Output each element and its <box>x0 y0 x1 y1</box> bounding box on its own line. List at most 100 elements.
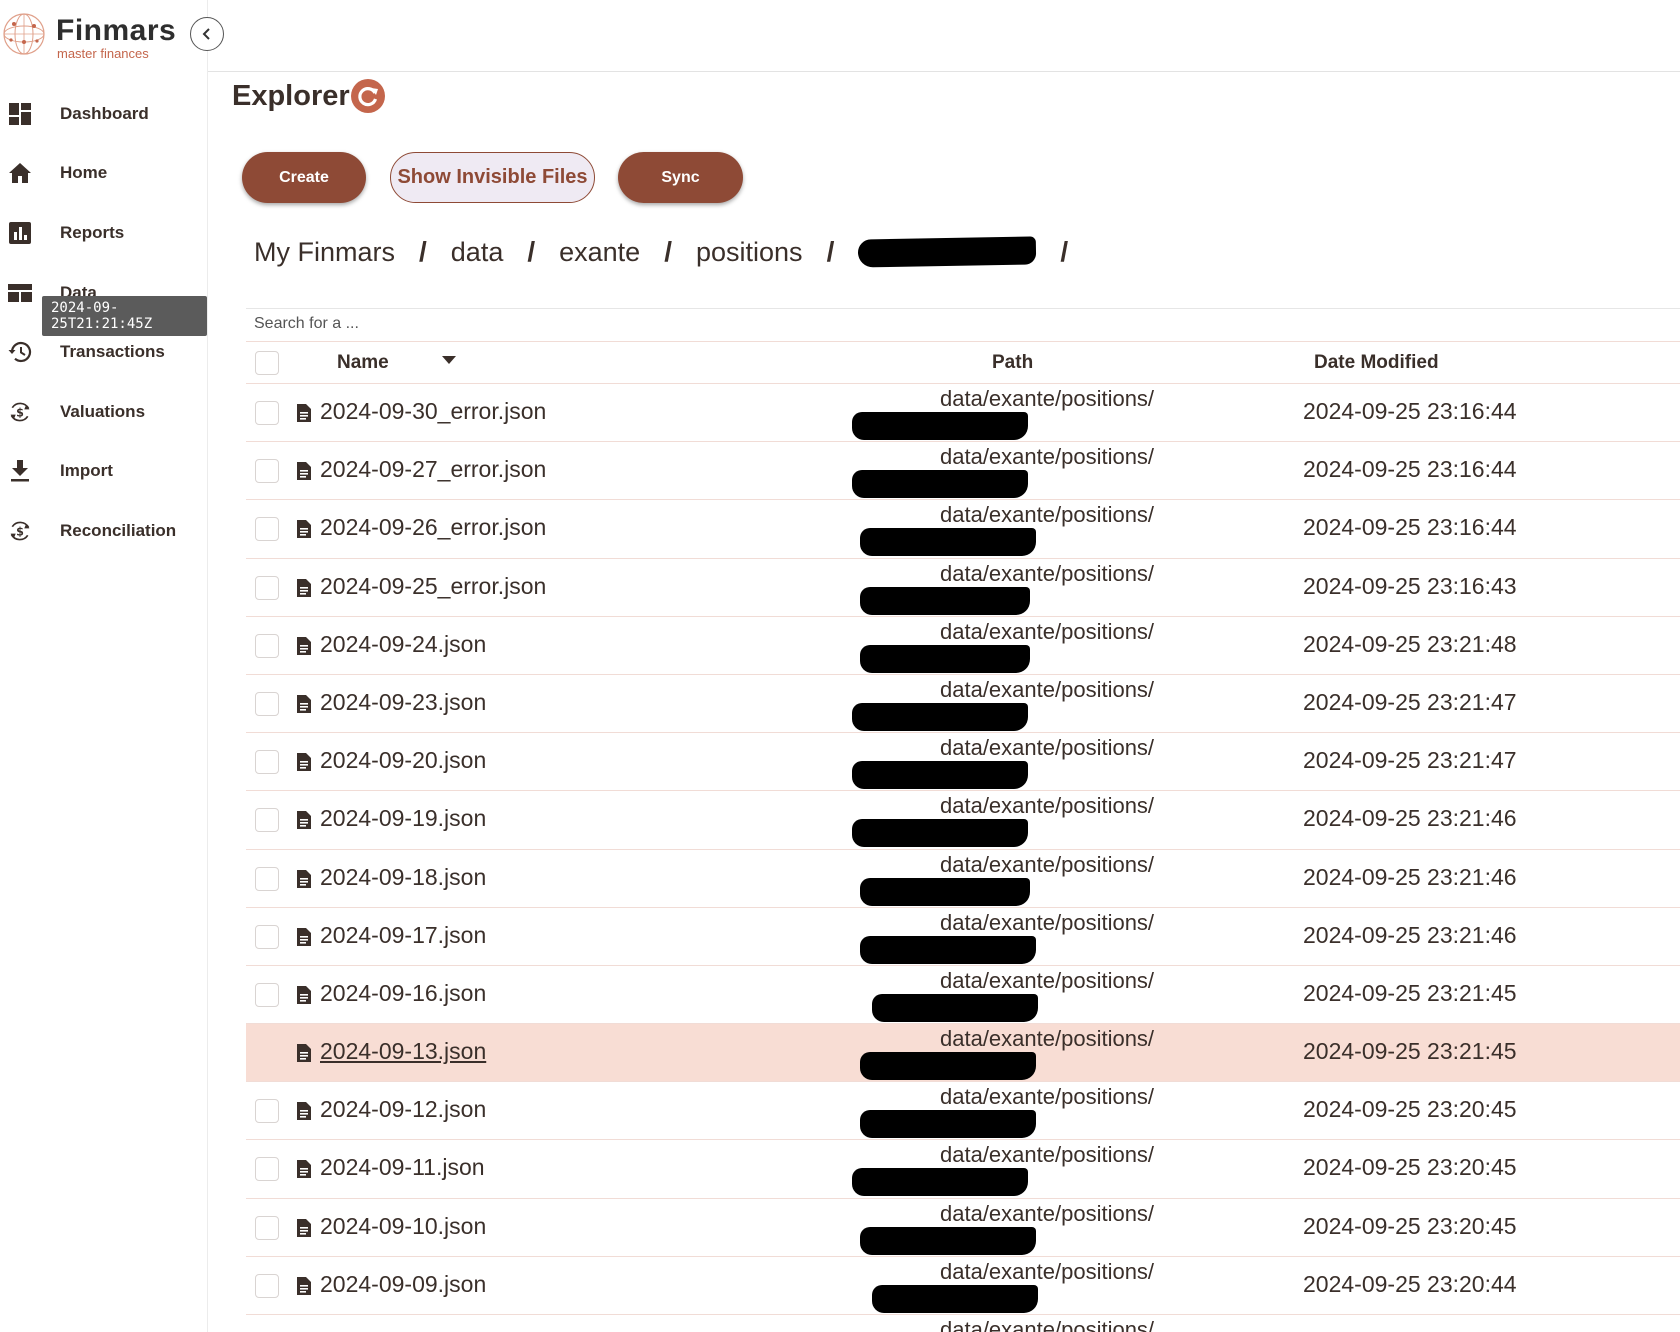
row-checkbox[interactable] <box>255 750 279 775</box>
table-row[interactable]: 2024-09-18.json data/exante/positions/202… <box>246 850 1680 908</box>
file-name[interactable]: 2024-09-10.json <box>320 1213 486 1240</box>
table-row[interactable]: 2024-09-25_error.json data/exante/positio… <box>246 559 1680 617</box>
file-path: data/exante/positions/ <box>940 1317 1155 1332</box>
search-input[interactable] <box>254 315 854 333</box>
table-row[interactable]: 2024-09-10.json data/exante/positions/202… <box>246 1199 1680 1257</box>
table-row[interactable]: 2024-09-19.json data/exante/positions/202… <box>246 791 1680 850</box>
logo[interactable]: Finmars master finances <box>0 6 208 62</box>
row-checkbox[interactable] <box>255 633 279 658</box>
table-row[interactable]: 2024-09-24.json data/exante/positions/202… <box>246 617 1680 675</box>
row-checkbox[interactable] <box>255 575 279 600</box>
row-checkbox[interactable] <box>255 924 279 949</box>
breadcrumb-separator: / <box>419 236 427 267</box>
refresh-icon[interactable] <box>350 78 386 114</box>
file-name[interactable]: 2024-09-25_error.json <box>320 573 546 600</box>
date-modified: 2024-09-25 23:20:45 <box>1303 1154 1517 1181</box>
row-checkbox[interactable] <box>255 1157 279 1182</box>
row-checkbox[interactable] <box>255 459 279 484</box>
file-path: data/exante/positions/ <box>940 560 1155 586</box>
column-header-date-modified[interactable]: Date Modified <box>1314 352 1439 374</box>
table-row[interactable]: 2024-09-16.json data/exante/positions/202… <box>246 966 1680 1025</box>
file-name[interactable]: 2024-09-18.json <box>320 864 486 891</box>
redacted-breadcrumb-item[interactable] <box>858 236 1037 268</box>
file-name[interactable]: 2024-09-17.json <box>320 922 486 949</box>
file-icon <box>297 636 311 655</box>
row-checkbox[interactable] <box>255 691 279 716</box>
breadcrumb-separator: / <box>826 236 835 267</box>
file-name[interactable]: 2024-09-23.json <box>320 689 486 716</box>
app-tagline: master finances <box>57 46 149 61</box>
file-name[interactable]: 2024-09-09.json <box>320 1271 486 1298</box>
date-modified: 2024-09-25 23:21:46 <box>1303 921 1517 948</box>
file-path: data/exante/positions/ <box>940 1026 1155 1052</box>
file-path: data/exante/positions/ <box>940 618 1155 644</box>
row-checkbox[interactable] <box>255 1273 279 1298</box>
breadcrumb-item[interactable]: positions <box>696 237 803 268</box>
breadcrumb: My Finmars / data / exante / positions /… <box>254 232 1092 272</box>
sidebar-item-label: Import <box>60 461 113 481</box>
sidebar-item-valuations[interactable]: $ Valuations <box>0 382 208 442</box>
collapse-sidebar-button[interactable] <box>190 17 224 51</box>
table-row[interactable]: 2024-09-09.json data/exante/positions/202… <box>246 1257 1680 1315</box>
table-row[interactable]: 2024-09-12.json data/exante/positions/202… <box>246 1082 1680 1141</box>
page-title: Explorer <box>232 80 350 112</box>
file-name[interactable]: 2024-09-16.json <box>320 980 486 1007</box>
table-row[interactable]: 2024-09-23.json data/exante/positions/202… <box>246 675 1680 734</box>
table-row[interactable]: data/exante/positions/ <box>246 1315 1680 1332</box>
row-checkbox[interactable] <box>255 866 279 891</box>
select-all-checkbox[interactable] <box>255 351 279 375</box>
row-checkbox[interactable] <box>255 1215 279 1240</box>
file-name[interactable]: 2024-09-19.json <box>320 805 486 832</box>
sidebar-item-dashboard[interactable]: Dashboard <box>0 84 208 144</box>
redaction-mark <box>872 1284 1038 1313</box>
redaction-mark <box>852 412 1028 440</box>
sidebar-item-label: Home <box>60 163 108 183</box>
file-icon <box>297 1218 311 1237</box>
file-path: data/exante/positions/ <box>940 676 1155 702</box>
row-checkbox[interactable] <box>255 1099 279 1124</box>
table-row[interactable]: 2024-09-11.json data/exante/positions/202… <box>246 1140 1680 1199</box>
sidebar-item-import[interactable]: Import <box>0 442 208 502</box>
table-row[interactable]: 2024-09-17.json data/exante/positions/202… <box>246 908 1680 966</box>
file-name[interactable]: 2024-09-27_error.json <box>320 456 546 483</box>
currency-sync-icon: $ <box>8 400 32 424</box>
file-name[interactable]: 2024-09-13.json <box>320 1038 486 1065</box>
file-icon <box>297 1160 311 1179</box>
breadcrumb-item[interactable]: exante <box>559 237 640 268</box>
sidebar-item-reconciliation[interactable]: $ Reconciliation <box>0 501 208 561</box>
download-icon <box>8 459 32 483</box>
table-row[interactable]: 2024-09-26_error.json data/exante/positio… <box>246 500 1680 559</box>
sort-desc-icon[interactable] <box>442 356 456 364</box>
create-button[interactable]: Create <box>242 152 366 203</box>
sidebar-item-home[interactable]: Home <box>0 144 208 204</box>
breadcrumb-item[interactable]: My Finmars <box>254 237 395 268</box>
file-name[interactable]: 2024-09-20.json <box>320 747 486 774</box>
file-path: data/exante/positions/ <box>940 851 1155 877</box>
row-checkbox[interactable] <box>255 401 279 425</box>
table-row[interactable]: 2024-09-20.json data/exante/positions/202… <box>246 733 1680 792</box>
file-name[interactable]: 2024-09-30_error.json <box>320 398 546 425</box>
currency-sync-icon: $ <box>8 519 32 543</box>
file-icon <box>297 462 311 481</box>
file-name[interactable]: 2024-09-24.json <box>320 631 486 658</box>
globe-logo-icon <box>3 13 45 55</box>
file-name[interactable]: 2024-09-11.json <box>320 1154 485 1181</box>
breadcrumb-item[interactable]: data <box>451 237 504 268</box>
row-checkbox[interactable] <box>255 517 279 542</box>
file-name[interactable]: 2024-09-26_error.json <box>320 514 546 541</box>
show-invisible-files-button[interactable]: Show Invisible Files <box>390 152 595 203</box>
date-modified: 2024-09-25 23:16:44 <box>1303 514 1517 541</box>
sync-button[interactable]: Sync <box>618 152 743 203</box>
sidebar-item-label: Reconciliation <box>60 520 177 540</box>
row-checkbox[interactable] <box>255 808 279 833</box>
row-checkbox[interactable] <box>255 982 279 1007</box>
file-name[interactable]: 2024-09-12.json <box>320 1096 486 1123</box>
file-icon <box>297 753 311 772</box>
table-row[interactable]: 2024-09-30_error.json data/exante/positio… <box>246 384 1680 443</box>
file-path: data/exante/positions/ <box>940 502 1155 528</box>
column-header-name[interactable]: Name <box>337 352 389 374</box>
table-row[interactable]: 2024-09-27_error.json data/exante/positio… <box>246 442 1680 501</box>
column-header-path[interactable]: Path <box>992 352 1033 374</box>
sidebar-item-reports[interactable]: Reports <box>0 203 208 263</box>
table-row[interactable]: 2024-09-13.json data/exante/positions/202… <box>246 1024 1680 1083</box>
